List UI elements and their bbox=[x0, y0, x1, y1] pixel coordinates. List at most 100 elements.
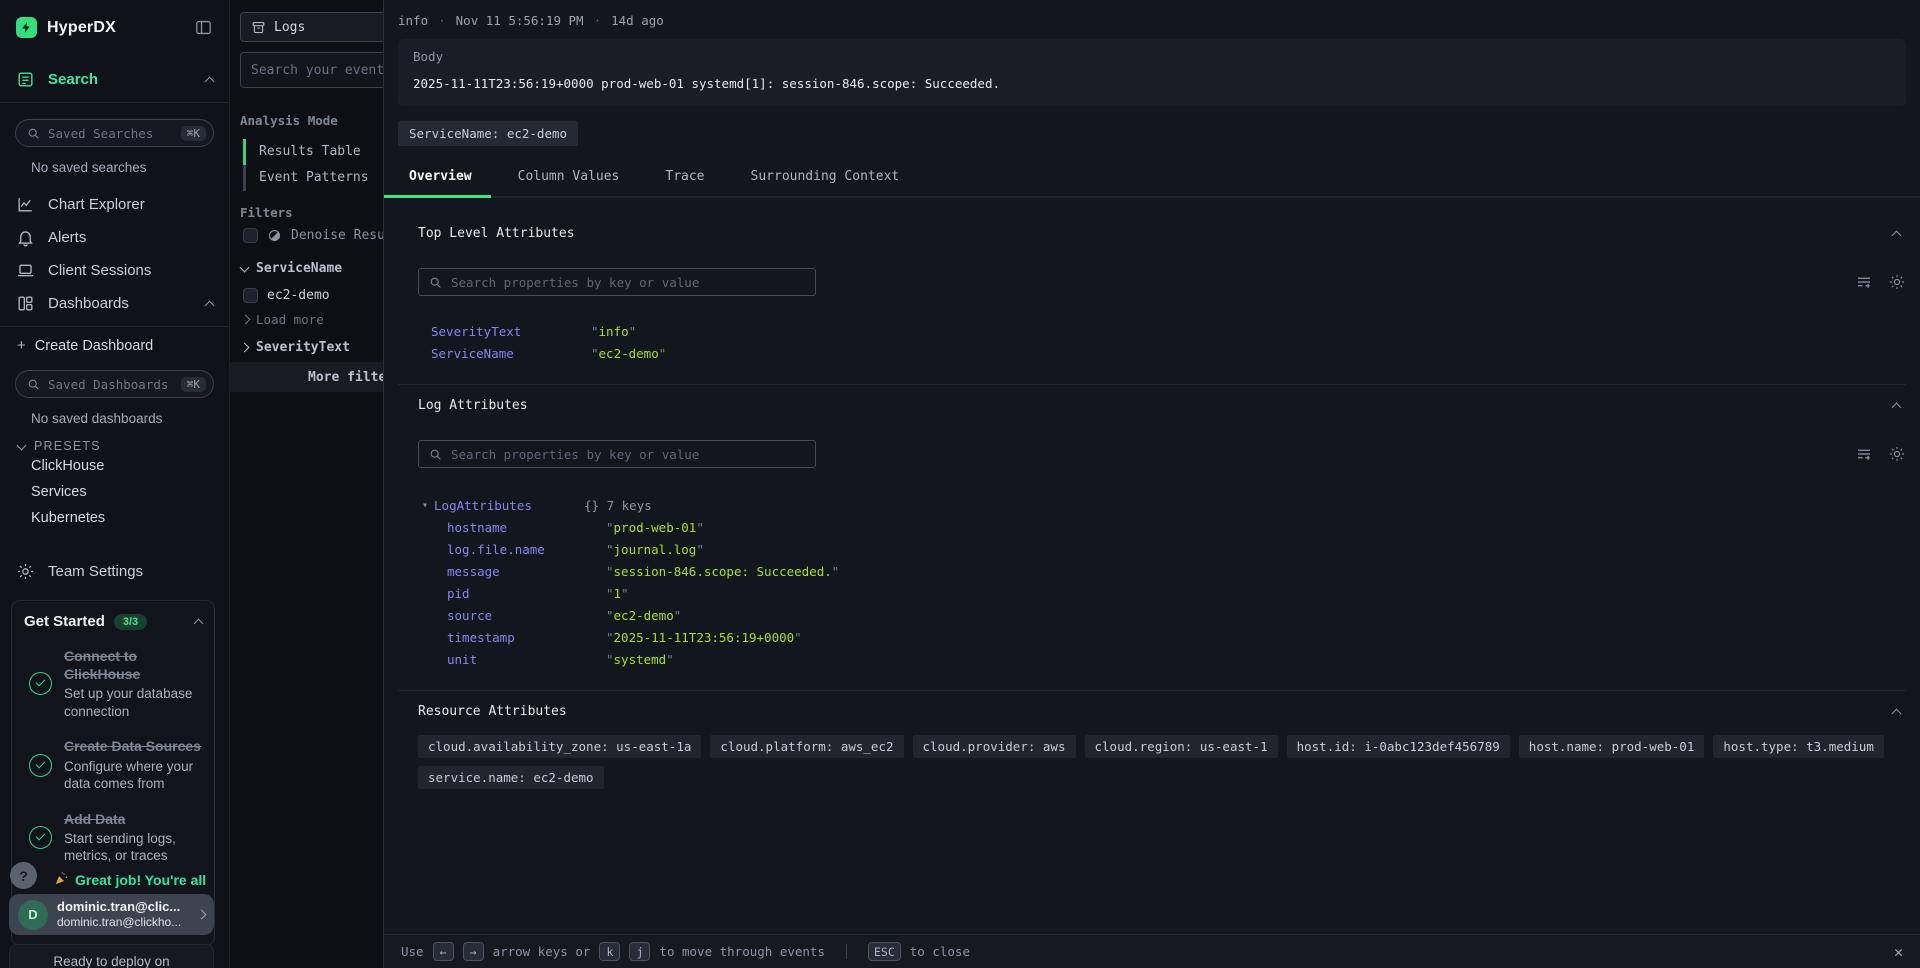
tab-trace[interactable]: Trace bbox=[665, 158, 704, 196]
tree-caret-icon: ▾ bbox=[422, 500, 428, 511]
chevron-up-icon bbox=[194, 618, 204, 628]
no-saved-dashboards-text: No saved dashboards bbox=[0, 398, 229, 426]
get-started-header[interactable]: Get Started 3/3 bbox=[24, 613, 202, 630]
hyperdx-logo-icon bbox=[16, 17, 37, 38]
denoise-filter-row[interactable]: Denoise Results bbox=[243, 228, 383, 243]
bell-icon bbox=[16, 228, 35, 247]
log-attributes-root[interactable]: ▾ LogAttributes {} 7 keys bbox=[418, 494, 1906, 516]
get-started-step-sources[interactable]: Create Data Sources Configure where your… bbox=[24, 737, 202, 792]
resource-chip[interactable]: host.type: t3.medium bbox=[1713, 735, 1884, 758]
source-selector-button[interactable]: Logs bbox=[240, 12, 383, 42]
search-list-icon bbox=[16, 70, 35, 89]
logo-row: HyperDX bbox=[0, 0, 229, 38]
presets-toggle[interactable]: PRESETS bbox=[0, 426, 229, 453]
saved-dashboards-placeholder: Saved Dashboards bbox=[48, 377, 168, 392]
attribute-row[interactable]: SeverityText info bbox=[418, 321, 1906, 343]
attribute-row[interactable]: hostname prod-web-01 bbox=[418, 516, 1906, 538]
search-placeholder: Search properties by key or value bbox=[451, 275, 699, 290]
dot-separator: · bbox=[594, 13, 602, 28]
user-account-card[interactable]: D dominic.tran@clic... dominic.tran@clic… bbox=[9, 894, 214, 935]
search-icon bbox=[429, 276, 442, 289]
chevron-up-icon bbox=[205, 76, 215, 86]
preset-clickhouse[interactable]: ClickHouse bbox=[0, 453, 229, 479]
analysis-mode-event-patterns[interactable]: Event Patterns bbox=[243, 165, 369, 191]
sidebar-item-chart-explorer[interactable]: Chart Explorer bbox=[0, 188, 229, 221]
filters-label: Filters bbox=[240, 205, 293, 220]
tab-column-values[interactable]: Column Values bbox=[518, 158, 620, 196]
ec2-demo-checkbox[interactable] bbox=[243, 288, 258, 303]
sidebar-item-alerts[interactable]: Alerts bbox=[0, 221, 229, 254]
close-icon[interactable]: ✕ bbox=[1894, 943, 1903, 961]
collapse-section-icon[interactable] bbox=[1892, 402, 1902, 412]
log-attrs-search-input[interactable]: Search properties by key or value bbox=[418, 440, 816, 468]
load-more-link[interactable]: Load more bbox=[242, 312, 324, 327]
attribute-row[interactable]: log.file.name journal.log bbox=[418, 538, 1906, 560]
resource-chip[interactable]: host.name: prod-web-01 bbox=[1519, 735, 1705, 758]
wrap-lines-icon[interactable] bbox=[1855, 273, 1873, 291]
resource-chip[interactable]: cloud.region: us-east-1 bbox=[1085, 735, 1278, 758]
filter-value-ec2-demo[interactable]: ec2-demo bbox=[243, 288, 330, 303]
servicename-tag[interactable]: ServiceName: ec2-demo bbox=[398, 121, 578, 146]
resource-chip[interactable]: host.id: i-0abc123def456789 bbox=[1287, 735, 1510, 758]
detail-scroll-area[interactable]: Top Level Attributes Search properties b… bbox=[384, 198, 1920, 934]
sidebar-collapse-icon[interactable] bbox=[194, 18, 213, 37]
preset-services[interactable]: Services bbox=[0, 479, 229, 505]
gear-icon[interactable] bbox=[1888, 445, 1906, 463]
create-dashboard-button[interactable]: + Create Dashboard bbox=[0, 327, 229, 354]
sidebar-item-dashboards[interactable]: Dashboards bbox=[0, 287, 229, 320]
shortcut-badge: ⌘K bbox=[181, 377, 206, 392]
attribute-row[interactable]: ServiceName ec2-demo bbox=[418, 343, 1906, 365]
body-text: 2025-11-11T23:56:19+0000 prod-web-01 sys… bbox=[413, 76, 1891, 91]
resource-chip[interactable]: cloud.platform: aws_ec2 bbox=[710, 735, 903, 758]
get-started-step-add-data[interactable]: Add Data Start sending logs, metrics, or… bbox=[24, 810, 202, 865]
filter-group-severitytext[interactable]: SeverityText bbox=[241, 340, 350, 355]
section-title: Resource Attributes bbox=[418, 704, 567, 719]
get-started-step-connect[interactable]: Connect to ClickHouse Set up your databa… bbox=[24, 647, 202, 720]
attribute-row[interactable]: source ec2-demo bbox=[418, 604, 1906, 626]
tab-surrounding-context[interactable]: Surrounding Context bbox=[751, 158, 900, 196]
sidebar-item-label: Client Sessions bbox=[48, 262, 151, 279]
search-placeholder: Search properties by key or value bbox=[451, 447, 699, 462]
attr-key: message bbox=[447, 564, 606, 579]
divider bbox=[846, 944, 847, 959]
attribute-row[interactable]: message session-846.scope: Succeeded. bbox=[418, 560, 1906, 582]
attr-key: ServiceName bbox=[431, 346, 591, 361]
kbd-esc: ESC bbox=[868, 942, 901, 961]
event-relative-time: 14d ago bbox=[611, 13, 664, 28]
sidebar-item-team-settings[interactable]: Team Settings bbox=[0, 555, 229, 588]
denoise-checkbox[interactable] bbox=[243, 228, 258, 243]
attr-key: pid bbox=[447, 586, 606, 601]
resource-chip[interactable]: service.name: ec2-demo bbox=[418, 766, 604, 789]
deploy-note-card[interactable]: Ready to deploy on bbox=[9, 944, 214, 968]
preset-kubernetes[interactable]: Kubernetes bbox=[0, 505, 229, 531]
saved-searches-input[interactable]: Saved Searches ⌘K bbox=[15, 119, 214, 147]
user-name: dominic.tran@clic... bbox=[57, 899, 181, 915]
detail-footer: Use ← → arrow keys or k j to move throug… bbox=[384, 934, 1920, 968]
attribute-row[interactable]: timestamp 2025-11-11T23:56:19+0000 bbox=[418, 626, 1906, 648]
attr-value: 2025-11-11T23:56:19+0000 bbox=[606, 630, 802, 645]
sidebar-item-client-sessions[interactable]: Client Sessions bbox=[0, 254, 229, 287]
tab-overview[interactable]: Overview bbox=[409, 158, 472, 196]
wrap-lines-icon[interactable] bbox=[1855, 445, 1873, 463]
analysis-mode-results-table[interactable]: Results Table bbox=[243, 139, 369, 165]
filter-group-servicename[interactable]: ServiceName bbox=[241, 261, 342, 276]
attribute-row[interactable]: pid 1 bbox=[418, 582, 1906, 604]
gear-icon[interactable] bbox=[1888, 273, 1906, 291]
congrats-text: Great job! You're all bbox=[54, 871, 209, 889]
denoise-label: Denoise Results bbox=[291, 228, 383, 243]
kbd-j: j bbox=[629, 942, 650, 961]
more-filters-button[interactable]: More filters bbox=[230, 362, 383, 392]
help-button[interactable]: ? bbox=[10, 862, 37, 889]
resource-chip[interactable]: cloud.provider: aws bbox=[913, 735, 1076, 758]
sidebar-item-search[interactable]: Search bbox=[0, 63, 229, 96]
event-search-input[interactable]: Search your events bbox=[240, 52, 383, 88]
chevron-right-icon bbox=[197, 910, 207, 920]
top-level-search-input[interactable]: Search properties by key or value bbox=[418, 268, 816, 296]
collapse-section-icon[interactable] bbox=[1892, 230, 1902, 240]
severity-text: info bbox=[398, 13, 428, 28]
attribute-row[interactable]: unit systemd bbox=[418, 648, 1906, 670]
presets-label: PRESETS bbox=[34, 439, 101, 453]
collapse-section-icon[interactable] bbox=[1892, 708, 1902, 718]
saved-dashboards-input[interactable]: Saved Dashboards ⌘K bbox=[15, 370, 214, 398]
resource-chip[interactable]: cloud.availability_zone: us-east-1a bbox=[418, 735, 701, 758]
